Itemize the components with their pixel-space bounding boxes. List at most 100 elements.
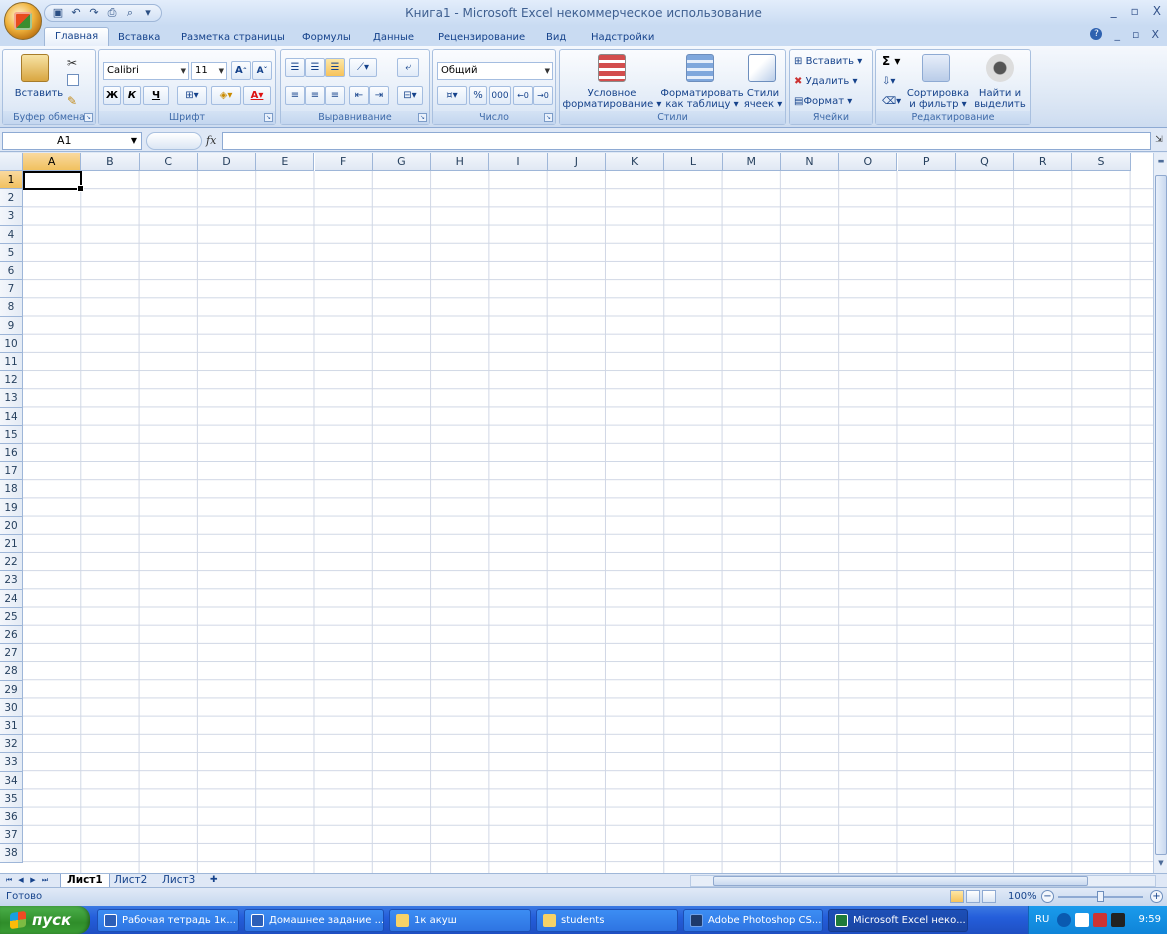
sheet-tab-2[interactable]: Лист2 (108, 874, 153, 888)
conditional-formatting-icon[interactable] (598, 54, 626, 82)
row-header[interactable]: 19 (0, 498, 23, 517)
task-button-workbook[interactable]: Рабочая тетрадь 1к... (97, 909, 239, 932)
row-header[interactable]: 16 (0, 444, 23, 463)
column-header[interactable]: B (81, 153, 140, 171)
tab-review[interactable]: Рецензирование (438, 29, 525, 46)
column-header[interactable]: G (372, 153, 432, 171)
row-header[interactable]: 30 (0, 698, 23, 717)
row-header[interactable]: 26 (0, 626, 23, 645)
percent-button[interactable]: % (469, 86, 487, 105)
tab-insert[interactable]: Вставка (118, 29, 160, 46)
formula-input[interactable] (222, 132, 1151, 150)
page-layout-view-icon[interactable] (966, 890, 980, 903)
task-button-folder-1k[interactable]: 1к акуш (389, 909, 531, 932)
number-format-select[interactable]: Общий ▼ (437, 62, 553, 80)
insert-sheet-icon[interactable]: ✚ (204, 874, 224, 888)
horizontal-scrollbar[interactable] (690, 875, 1156, 887)
row-header[interactable]: 35 (0, 789, 23, 808)
sort-filter-icon[interactable] (922, 54, 950, 82)
font-launcher-icon[interactable]: ↘ (264, 113, 273, 122)
scroll-down-icon[interactable]: ▼ (1155, 857, 1167, 869)
delete-cells-button[interactable]: ✖ Удалить ▾ (794, 76, 858, 87)
decrease-indent-icon[interactable]: ⇤ (349, 86, 369, 105)
doc-minimize-icon[interactable]: _ (1114, 28, 1120, 41)
row-header[interactable]: 24 (0, 589, 23, 608)
normal-view-icon[interactable] (950, 890, 964, 903)
task-button-photoshop[interactable]: Adobe Photoshop CS... (683, 909, 823, 932)
zoom-in-button[interactable]: + (1150, 890, 1163, 903)
align-bottom-icon[interactable]: ☰ (325, 58, 345, 77)
last-sheet-icon[interactable]: ⏭ (40, 875, 50, 886)
font-size-select[interactable]: 11 ▼ (191, 62, 227, 80)
tray-app-icon[interactable] (1075, 913, 1089, 927)
office-button[interactable] (4, 2, 42, 40)
bold-button[interactable]: Ж (103, 86, 121, 105)
close-icon[interactable]: X (1153, 4, 1161, 18)
doc-restore-icon[interactable]: ▫ (1132, 28, 1139, 41)
column-header[interactable]: C (139, 153, 198, 171)
horizontal-scroll-thumb[interactable] (713, 876, 1088, 886)
column-header[interactable]: S (1072, 153, 1131, 171)
thousands-button[interactable]: 000 (489, 86, 511, 105)
row-header[interactable]: 4 (0, 225, 23, 244)
paste-icon[interactable] (21, 54, 49, 82)
shrink-font-button[interactable]: Aˇ (252, 61, 272, 80)
column-header[interactable]: L (664, 153, 723, 171)
autosum-button[interactable]: Σ ▾ (882, 55, 900, 67)
column-header[interactable]: I (489, 153, 548, 171)
tray-antivirus-icon[interactable] (1093, 913, 1107, 927)
fill-color-icon[interactable]: ◈▾ (211, 86, 241, 105)
row-header[interactable]: 34 (0, 771, 23, 790)
row-header[interactable]: 32 (0, 735, 23, 754)
decrease-decimal-icon[interactable]: →0 (533, 86, 553, 105)
column-header[interactable]: A (23, 153, 82, 171)
currency-format-icon[interactable]: ¤▾ (437, 86, 467, 105)
row-header[interactable]: 25 (0, 607, 23, 626)
tray-network-icon[interactable] (1111, 913, 1125, 927)
row-header[interactable]: 22 (0, 553, 23, 572)
binoculars-icon[interactable] (986, 54, 1014, 82)
column-header[interactable]: R (1014, 153, 1073, 171)
language-indicator[interactable]: RU (1035, 914, 1049, 925)
tab-data[interactable]: Данные (373, 29, 414, 46)
sheet-tab-3[interactable]: Лист3 (156, 874, 201, 888)
row-header[interactable]: 10 (0, 334, 23, 353)
format-cells-button[interactable]: ▤Формат ▾ (794, 96, 852, 107)
cut-icon[interactable]: ✂ (67, 56, 77, 70)
align-middle-icon[interactable]: ☰ (305, 58, 325, 77)
zoom-level[interactable]: 100% (1008, 891, 1037, 902)
column-header[interactable]: P (897, 153, 956, 171)
minimize-icon[interactable]: _ (1111, 4, 1117, 18)
column-header[interactable]: Q (955, 153, 1015, 171)
format-as-table-icon[interactable] (686, 54, 714, 82)
tab-addins[interactable]: Надстройки (591, 29, 654, 46)
orientation-icon[interactable]: ⟋▾ (349, 58, 377, 77)
name-box[interactable]: A1 ▼ (2, 132, 142, 150)
row-header[interactable]: 17 (0, 462, 23, 481)
row-header[interactable]: 37 (0, 826, 23, 845)
underline-button[interactable]: Ч (143, 86, 169, 105)
italic-button[interactable]: К (123, 86, 141, 105)
column-header[interactable]: D (197, 153, 257, 171)
cells-area[interactable] (23, 171, 1153, 873)
expand-formula-bar-icon[interactable]: ⇲ (1153, 132, 1165, 150)
row-header[interactable]: 13 (0, 389, 23, 408)
wrap-text-icon[interactable]: ⤶ (397, 58, 419, 77)
row-header[interactable]: 15 (0, 425, 23, 444)
split-box-icon[interactable]: ▬ (1155, 155, 1167, 167)
row-header[interactable]: 28 (0, 662, 23, 681)
clear-icon[interactable]: ⌫▾ (882, 96, 901, 107)
page-break-view-icon[interactable] (982, 890, 996, 903)
sort-filter-button[interactable]: Сортировка и фильтр ▾ (906, 88, 970, 110)
number-launcher-icon[interactable]: ↘ (544, 113, 553, 122)
fill-icon[interactable]: ⇩▾ (882, 76, 895, 87)
row-header[interactable]: 7 (0, 280, 23, 299)
column-header[interactable]: N (780, 153, 840, 171)
row-header[interactable]: 5 (0, 243, 23, 262)
tab-page-layout[interactable]: Разметка страницы (181, 29, 285, 46)
increase-indent-icon[interactable]: ⇥ (369, 86, 389, 105)
paste-button-label[interactable]: Вставить (9, 88, 69, 99)
row-header[interactable]: 38 (0, 844, 23, 863)
vertical-scroll-thumb[interactable] (1155, 175, 1167, 855)
increase-decimal-icon[interactable]: ←0 (513, 86, 533, 105)
